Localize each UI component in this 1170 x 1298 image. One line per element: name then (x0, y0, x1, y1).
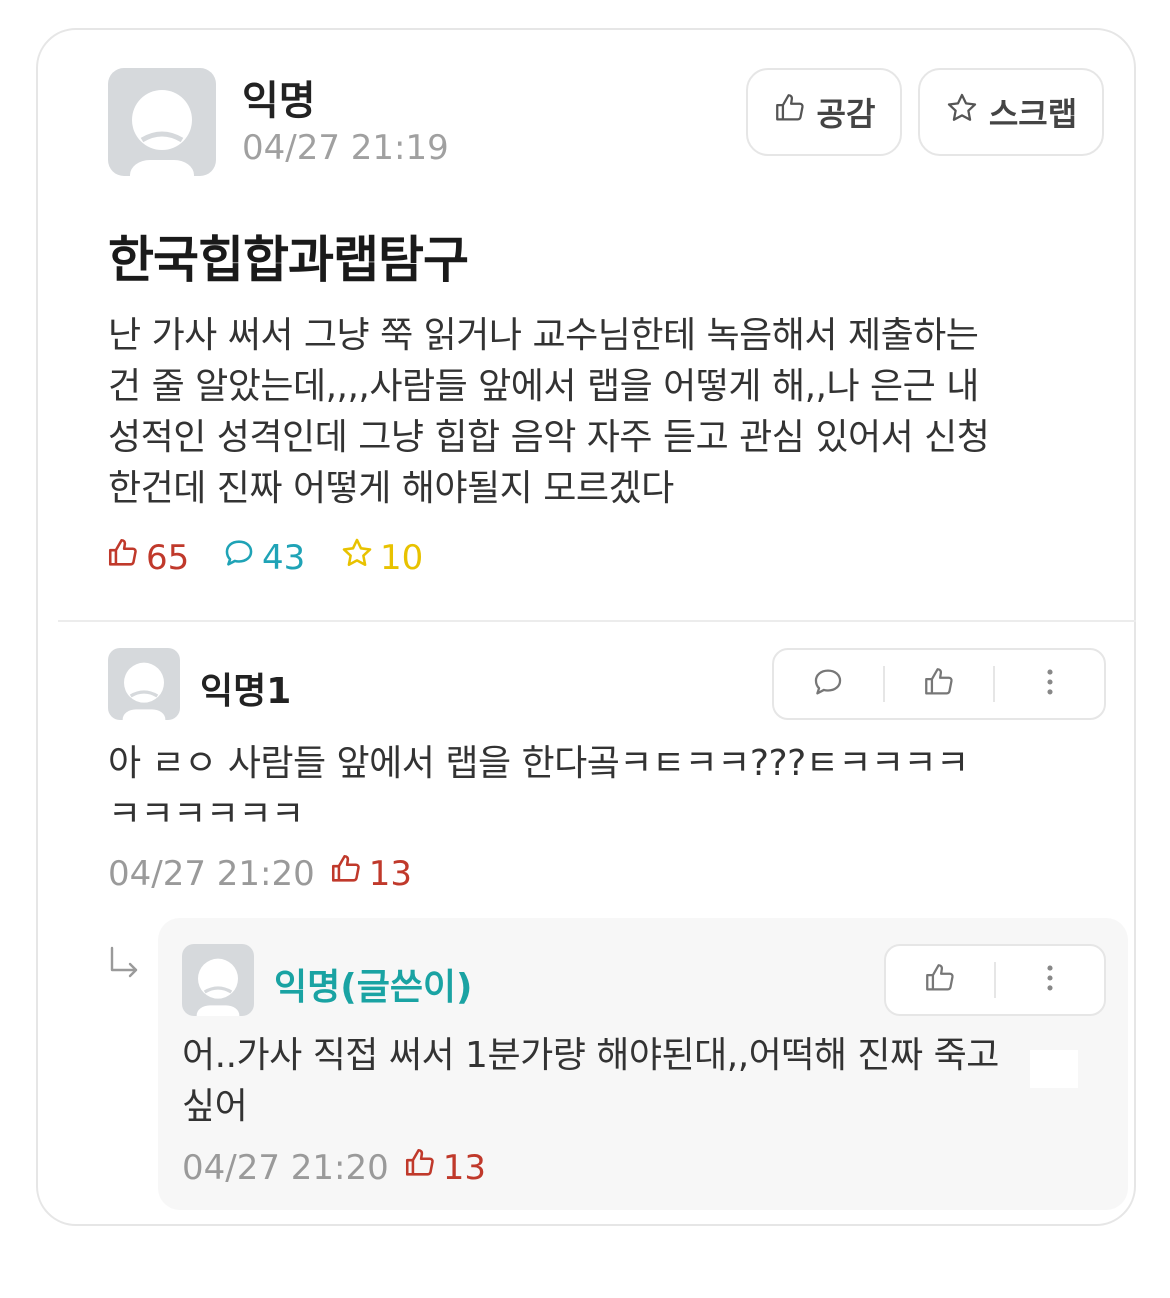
reply-body: 어..가사 직접 써서 1분가량 해야된대,,어떡해 진짜 죽고 싶어 (182, 1030, 1102, 1132)
speech-bubble-icon (811, 665, 845, 703)
comment-more-button[interactable] (995, 650, 1104, 718)
redaction-patch (1030, 1050, 1078, 1088)
reply-body-line: 싶어 (182, 1086, 248, 1127)
post-comment-count: 43 (222, 536, 305, 579)
reply-author-name: 익명(글쓴이) (274, 967, 473, 1008)
comment-meta: 04/27 21:20 13 (108, 852, 412, 895)
comment-timestamp: 04/27 21:20 (108, 853, 315, 894)
thumbs-up-icon (923, 961, 957, 999)
comment-reply-button[interactable] (774, 650, 883, 718)
reply-author-avatar (182, 944, 254, 1016)
comment-count-value: 43 (262, 537, 306, 578)
scrap-button-label: 스크랩 (988, 95, 1078, 133)
reply-like-value: 13 (442, 1147, 487, 1188)
post-body-line: 건 줄 알았는데,,,,사람들 앞에서 랩을 어떻게 해,,나 은근 내 (108, 366, 979, 407)
comment-author-name: 익명1 (200, 671, 292, 712)
scrap-button[interactable]: 스크랩 (918, 68, 1104, 156)
reply-like-button[interactable] (886, 946, 994, 1014)
speech-bubble-icon (222, 536, 256, 579)
thumbs-up-icon (329, 852, 363, 895)
post-body-line: 한건데 진짜 어떻게 해야될지 모르겠다 (108, 468, 674, 509)
vertical-dots-icon (1033, 961, 1067, 999)
reply-more-button[interactable] (996, 946, 1104, 1014)
post-author-avatar (108, 68, 216, 176)
comment-like-count: 13 (329, 852, 412, 895)
star-icon (340, 536, 374, 579)
reply-timestamp: 04/27 21:20 (182, 1147, 389, 1188)
post-scrap-count: 10 (340, 536, 423, 579)
post-author-name: 익명 (242, 78, 316, 124)
post-title: 한국힙합과랩탐구 (108, 231, 469, 289)
thumbs-up-icon (773, 91, 807, 133)
reply-arrow-icon (104, 944, 144, 984)
scrap-count-value: 10 (380, 537, 424, 578)
post-timestamp: 04/27 21:19 (242, 128, 449, 168)
post-body: 난 가사 써서 그냥 쭉 읽거나 교수님한테 녹음해서 제출하는 건 줄 알았는… (108, 310, 1118, 514)
post-like-count: 65 (106, 536, 189, 579)
like-button-label: 공감 (816, 95, 876, 133)
comment-body-line: ㅋㅋㅋㅋㅋㅋ (108, 794, 304, 835)
star-icon (945, 91, 979, 133)
reply-like-count: 13 (403, 1146, 486, 1189)
reply-body-line: 어..가사 직접 써서 1분가량 해야된대,,어떡해 진짜 죽고 (182, 1035, 999, 1076)
post-body-line: 성적인 성격인데 그냥 힙합 음악 자주 듣고 관심 있어서 신청 (108, 417, 990, 458)
thumbs-up-icon (922, 665, 956, 703)
post-divider (58, 620, 1136, 622)
comment-like-value: 13 (368, 853, 413, 894)
thumbs-up-icon (106, 536, 140, 579)
thumbs-up-icon (403, 1146, 437, 1189)
comment-like-button[interactable] (885, 650, 994, 718)
reply-meta: 04/27 21:20 13 (182, 1146, 486, 1189)
comment-actions (772, 648, 1106, 720)
comment-body: 아 ㄹㅇ 사람들 앞에서 랩을 한다곸ㅋㅌㅋㅋ???ㅌㅋㅋㅋㅋ ㅋㅋㅋㅋㅋㅋ (108, 738, 1118, 840)
like-button[interactable]: 공감 (746, 68, 902, 156)
reply-actions (884, 944, 1106, 1016)
post-body-line: 난 가사 써서 그냥 쭉 읽거나 교수님한테 녹음해서 제출하는 (108, 315, 979, 356)
like-count-value: 65 (146, 537, 190, 578)
comment-body-line: 아 ㄹㅇ 사람들 앞에서 랩을 한다곸ㅋㅌㅋㅋ???ㅌㅋㅋㅋㅋ (108, 743, 969, 784)
vertical-dots-icon (1033, 665, 1067, 703)
comment-author-avatar (108, 648, 180, 720)
